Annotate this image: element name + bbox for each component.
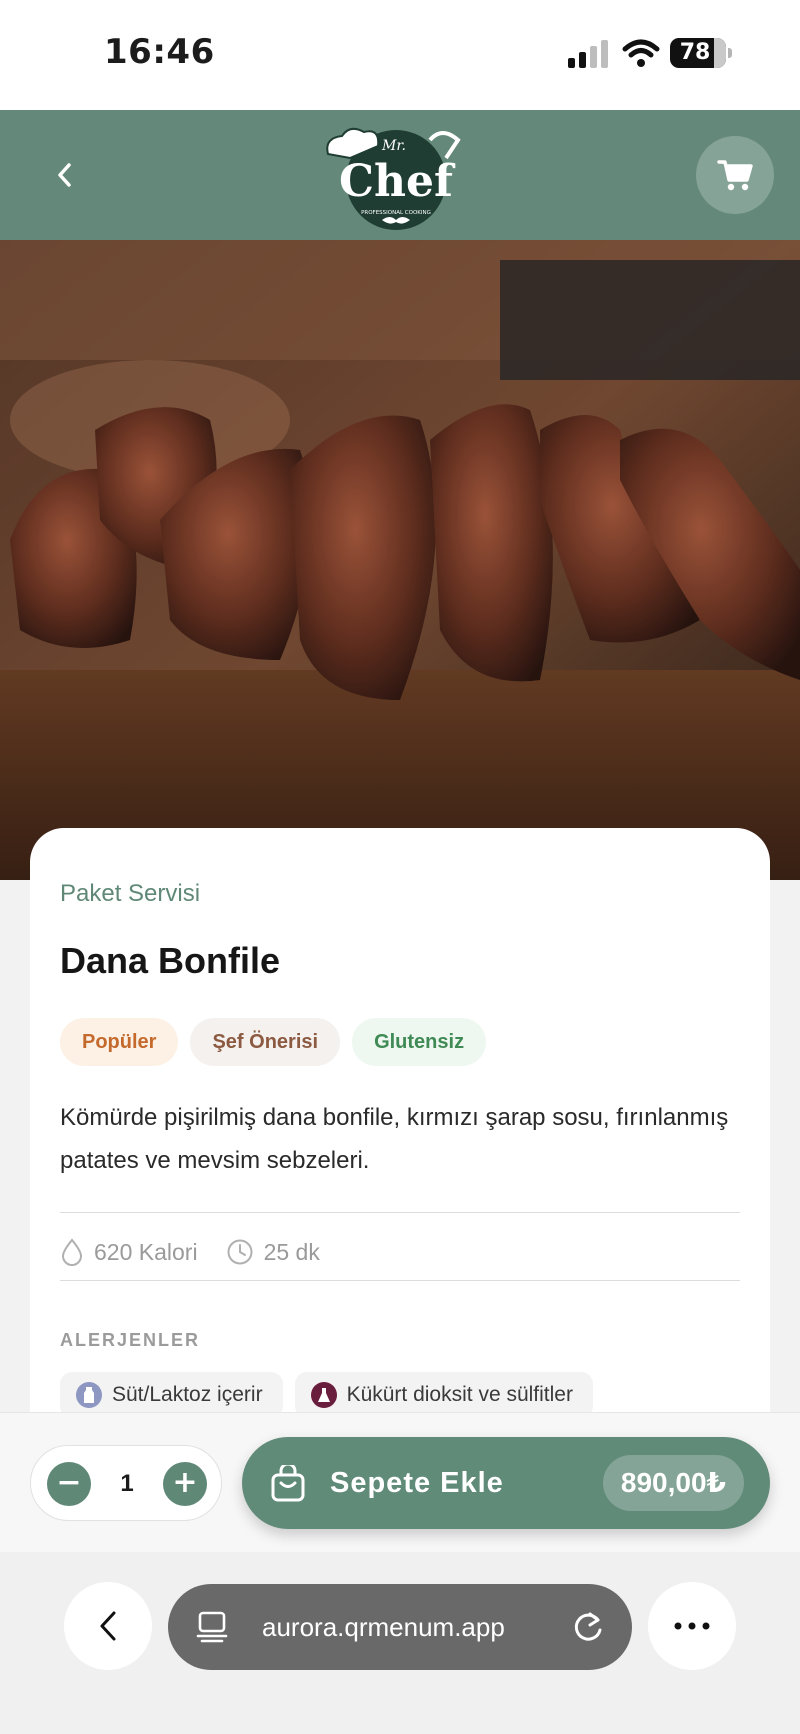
flask-icon <box>310 1382 337 1408</box>
browser-back-button[interactable] <box>64 1582 152 1670</box>
tag-chef-recommendation: Şef Önerisi <box>190 1018 341 1066</box>
url-text: aurora.qrmenum.app <box>262 1612 505 1642</box>
tag-gluten-free: Glutensiz <box>352 1018 487 1066</box>
product-description: Kömürde pişirilmiş dana bonfile, kırmızı… <box>60 1104 729 1174</box>
divider <box>60 1212 740 1213</box>
allergens-heading: ALERJENLER <box>60 1330 201 1350</box>
chevron-left-icon <box>58 163 71 187</box>
divider <box>60 1280 740 1281</box>
logo-tagline: PROFESSIONAL COOKING <box>361 210 431 216</box>
battery-indicator: 78 <box>670 38 732 68</box>
product-meta: 620 Kalori 25 dk <box>60 1232 348 1272</box>
add-to-cart-button[interactable]: Sepete Ekle 890,00₺ <box>242 1437 770 1529</box>
add-to-cart-bar: − 1 + Sepete Ekle 890,00₺ <box>0 1412 800 1552</box>
tag-popular: Popüler <box>60 1018 179 1066</box>
price-badge: 890,00₺ <box>602 1455 744 1511</box>
quantity-value: 1 <box>120 1470 134 1497</box>
browser-toolbar: aurora.qrmenum.app <box>0 1552 800 1734</box>
app-header: Mr. Chef PROFESSIONAL COOKING <box>0 110 800 240</box>
back-button[interactable] <box>44 150 84 200</box>
more-dots-icon <box>674 1622 710 1630</box>
calories-info: 620 Kalori <box>60 1238 198 1266</box>
product-detail-card: Paket Servisi Dana Bonfile Popüler Şef Ö… <box>30 828 770 1468</box>
prep-time-text: 25 dk <box>263 1238 320 1265</box>
status-time: 16:46 <box>104 32 215 72</box>
allergen-label: Süt/Laktoz içerir <box>112 1383 263 1406</box>
reader-icon <box>196 1611 228 1643</box>
status-bar: 16:46 78 <box>0 0 800 110</box>
increase-quantity-button[interactable]: + <box>163 1462 207 1506</box>
product-tags: Popüler Şef Önerisi Glutensiz <box>60 1018 487 1066</box>
decrease-quantity-button[interactable]: − <box>47 1462 91 1506</box>
add-to-cart-label: Sepete Ekle <box>330 1467 504 1499</box>
more-options-button[interactable] <box>648 1582 736 1670</box>
chevron-left-icon <box>100 1611 116 1641</box>
cellular-signal-icon <box>568 40 608 68</box>
shopping-bag-icon <box>271 1465 305 1502</box>
battery-percent: 78 <box>679 40 711 65</box>
product-category: Paket Servisi <box>60 880 201 907</box>
clock-icon <box>227 1239 253 1265</box>
chef-logo: Mr. Chef PROFESSIONAL COOKING <box>320 118 470 236</box>
drop-icon <box>61 1238 83 1266</box>
product-title: Dana Bonfile <box>60 940 281 981</box>
allergen-label: Kükürt dioksit ve sülfitler <box>346 1383 573 1406</box>
logo-brand-text: Chef <box>339 156 456 207</box>
address-bar[interactable]: aurora.qrmenum.app <box>168 1584 632 1670</box>
calories-text: 620 Kalori <box>94 1238 198 1265</box>
logo-mr-text: Mr. <box>381 138 406 154</box>
prep-time-info: 25 dk <box>226 1238 320 1266</box>
quantity-stepper: − 1 + <box>30 1445 222 1521</box>
cart-icon <box>717 160 753 191</box>
wifi-icon <box>622 39 660 67</box>
cart-button[interactable] <box>696 136 774 214</box>
reload-icon[interactable] <box>570 1608 606 1646</box>
milk-bottle-icon <box>76 1382 102 1408</box>
product-image <box>0 240 800 880</box>
